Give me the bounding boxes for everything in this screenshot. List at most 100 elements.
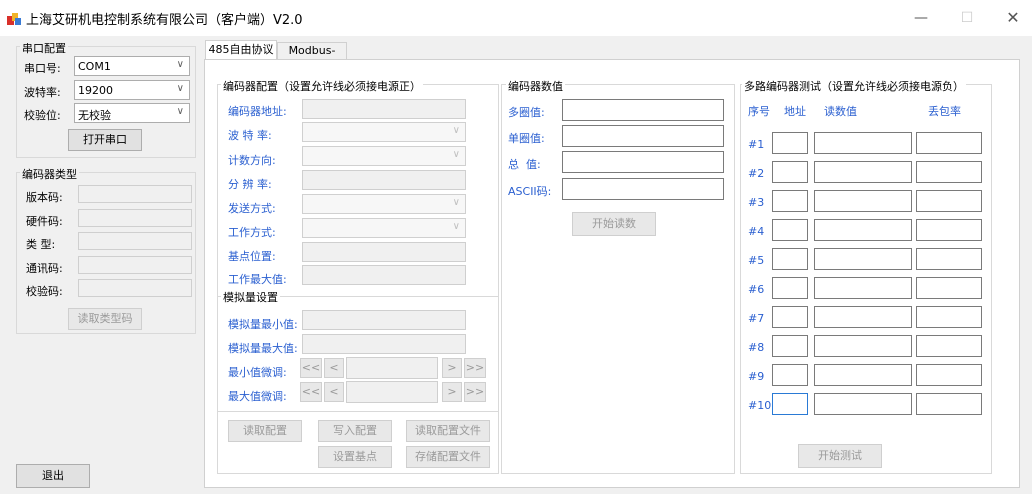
comm-field[interactable]	[78, 256, 192, 274]
read-config-button[interactable]: 读取配置	[228, 420, 302, 442]
send-mode-label: 发送方式:	[228, 202, 276, 215]
row-loss-field[interactable]	[916, 364, 982, 386]
ascii-field[interactable]	[562, 178, 724, 200]
row-read-field[interactable]	[814, 219, 912, 241]
write-config-button[interactable]: 写入配置	[318, 420, 392, 442]
row-read-field[interactable]	[814, 306, 912, 328]
chevron-down-icon: ∨	[176, 59, 184, 70]
row-loss-field[interactable]	[916, 248, 982, 270]
base-pos-label: 基点位置:	[228, 250, 276, 263]
hardware-field[interactable]	[78, 209, 192, 227]
analog-max-label: 模拟量最大值:	[228, 342, 298, 355]
row-loss-field[interactable]	[916, 132, 982, 154]
row-read-field[interactable]	[814, 248, 912, 270]
row-loss-field[interactable]	[916, 393, 982, 415]
single-turn-label: 单圈值:	[508, 132, 545, 145]
max-tune-field[interactable]	[346, 381, 438, 403]
address-field[interactable]	[302, 99, 466, 119]
multi-turn-field[interactable]	[562, 99, 724, 121]
max-tune-ff-fwd-button[interactable]: >>	[464, 382, 486, 402]
max-tune-fwd-button[interactable]: >	[442, 382, 462, 402]
parity-select[interactable]: 无校验 ∨	[74, 103, 190, 123]
send-mode-select[interactable]: ∨	[302, 194, 466, 214]
exit-button[interactable]: 退出	[16, 464, 90, 488]
min-tune-ff-fwd-button[interactable]: >>	[464, 358, 486, 378]
row-read-field[interactable]	[814, 335, 912, 357]
row-label: #7	[748, 312, 765, 325]
checksum-field[interactable]	[78, 279, 192, 297]
row-read-field[interactable]	[814, 393, 912, 415]
baud-select[interactable]: 19200 ∨	[74, 80, 190, 100]
version-field[interactable]	[78, 185, 192, 203]
row-loss-field[interactable]	[916, 190, 982, 212]
max-tune-label: 最大值微调:	[228, 390, 287, 403]
minimize-button[interactable]: —	[898, 6, 944, 30]
port-value: COM1	[78, 60, 111, 73]
row-address-field[interactable]	[772, 277, 808, 299]
tab-modbus[interactable]: Modbus-RTU	[277, 42, 347, 73]
row-address-field[interactable]	[772, 219, 808, 241]
multi-turn-label: 多圈值:	[508, 106, 545, 119]
read-config-file-button[interactable]: 读取配置文件	[406, 420, 490, 442]
col-seq-header: 序号	[748, 105, 770, 118]
row-address-field[interactable]	[772, 393, 808, 415]
min-tune-field[interactable]	[346, 357, 438, 379]
row-address-field[interactable]	[772, 161, 808, 183]
row-read-field[interactable]	[814, 190, 912, 212]
row-read-field[interactable]	[814, 161, 912, 183]
config-baud-select[interactable]: ∨	[302, 122, 466, 142]
row-loss-field[interactable]	[916, 219, 982, 241]
max-tune-back-button[interactable]: <	[324, 382, 344, 402]
row-address-field[interactable]	[772, 248, 808, 270]
row-address-field[interactable]	[772, 306, 808, 328]
port-select[interactable]: COM1 ∨	[74, 56, 190, 76]
row-address-field[interactable]	[772, 364, 808, 386]
base-pos-field[interactable]	[302, 242, 466, 262]
encoder-type-label: 编码器类型	[20, 166, 79, 182]
tab-485[interactable]: 485自由协议	[205, 40, 277, 60]
read-type-button[interactable]: 读取类型码	[68, 308, 142, 330]
row-loss-field[interactable]	[916, 277, 982, 299]
col-addr-header: 地址	[784, 105, 806, 118]
row-loss-field[interactable]	[916, 306, 982, 328]
set-base-button[interactable]: 设置基点	[318, 446, 392, 468]
resolution-field[interactable]	[302, 170, 466, 190]
count-dir-label: 计数方向:	[228, 154, 276, 167]
resolution-label: 分 辨 率:	[228, 178, 272, 191]
work-max-field[interactable]	[302, 265, 466, 285]
row-label: #9	[748, 370, 765, 383]
row-label: #5	[748, 254, 765, 267]
start-read-button[interactable]: 开始读数	[572, 212, 656, 236]
row-loss-field[interactable]	[916, 335, 982, 357]
max-tune-ff-back-button[interactable]: <<	[300, 382, 322, 402]
single-turn-field[interactable]	[562, 125, 724, 147]
min-tune-label: 最小值微调:	[228, 366, 287, 379]
type-field[interactable]	[78, 232, 192, 250]
comm-label: 通讯码:	[26, 262, 63, 275]
row-read-field[interactable]	[814, 132, 912, 154]
analog-max-field[interactable]	[302, 334, 466, 354]
analog-min-field[interactable]	[302, 310, 466, 330]
min-tune-ff-back-button[interactable]: <<	[300, 358, 322, 378]
row-read-field[interactable]	[814, 364, 912, 386]
min-tune-fwd-button[interactable]: >	[442, 358, 462, 378]
row-label: #1	[748, 138, 765, 151]
total-field[interactable]	[562, 151, 724, 173]
row-address-field[interactable]	[772, 190, 808, 212]
encoder-config-label: 编码器配置（设置允许线必须接电源正）	[221, 78, 423, 94]
multi-test-label: 多路编码器测试（设置允许线必须接电源负）	[742, 78, 966, 94]
count-dir-select[interactable]: ∨	[302, 146, 466, 166]
min-tune-back-button[interactable]: <	[324, 358, 344, 378]
row-label: #8	[748, 341, 765, 354]
row-address-field[interactable]	[772, 335, 808, 357]
close-button[interactable]: ✕	[990, 6, 1032, 30]
parity-label: 校验位:	[24, 109, 61, 122]
save-config-file-button[interactable]: 存储配置文件	[406, 446, 490, 468]
maximize-icon: ☐	[960, 10, 974, 26]
row-address-field[interactable]	[772, 132, 808, 154]
start-test-button[interactable]: 开始测试	[798, 444, 882, 468]
work-mode-select[interactable]: ∨	[302, 218, 466, 238]
row-read-field[interactable]	[814, 277, 912, 299]
open-port-button[interactable]: 打开串口	[68, 129, 142, 151]
row-loss-field[interactable]	[916, 161, 982, 183]
